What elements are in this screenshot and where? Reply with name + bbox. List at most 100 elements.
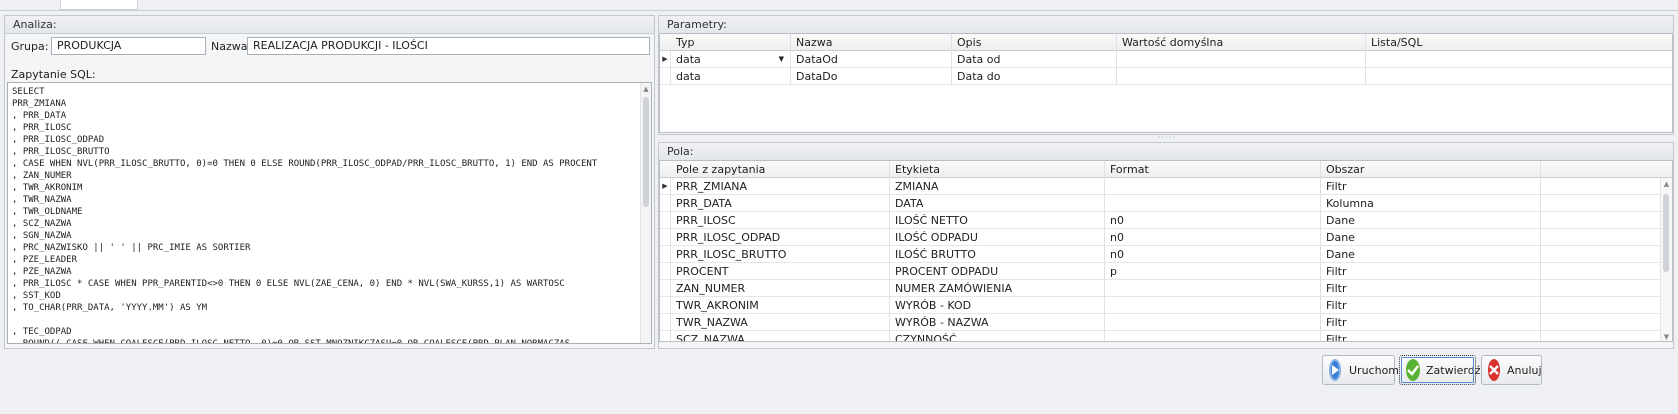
col-pole[interactable]: Pole z zapytania xyxy=(671,161,890,178)
cell-obszar[interactable]: Filtr xyxy=(1321,280,1541,297)
cell-pole[interactable]: TWR_AKRONIM xyxy=(671,297,890,314)
table-row[interactable]: PRR_ILOSC_BRUTTO ILOŚĆ BRUTTO n0 Dane xyxy=(660,246,1662,263)
cell-pole[interactable]: PRR_ILOSC_BRUTTO xyxy=(671,246,890,263)
cell-lista[interactable] xyxy=(1366,68,1672,85)
sql-scrollbar[interactable]: ▲ xyxy=(640,83,651,343)
parametry-grid: Typ Nazwa Opis Wartość domyślna Lista/SQ… xyxy=(659,33,1673,133)
sql-line: , TEC_ODPAD xyxy=(12,327,72,337)
cell-format[interactable]: n0 xyxy=(1105,246,1321,263)
cell-etykieta[interactable]: PROCENT ODPADU xyxy=(890,263,1105,280)
cell-etykieta[interactable]: ILOŚĆ NETTO xyxy=(890,212,1105,229)
parametry-grid-header: Typ Nazwa Opis Wartość domyślna Lista/SQ… xyxy=(660,34,1672,51)
col-format[interactable]: Format xyxy=(1105,161,1321,178)
cell-pole[interactable]: PRR_ZMIANA xyxy=(671,178,890,195)
table-row[interactable]: ▶ PRR_ZMIANA ZMIANA Filtr xyxy=(660,178,1662,195)
cell-pole[interactable]: ZAN_NUMER xyxy=(671,280,890,297)
play-icon xyxy=(1329,359,1341,381)
table-row[interactable]: PRR_ILOSC ILOŚĆ NETTO n0 Dane xyxy=(660,212,1662,229)
pola-scroll-thumb[interactable] xyxy=(1663,194,1669,272)
sql-scroll-thumb[interactable] xyxy=(643,97,649,207)
cell-etykieta[interactable]: WYRÓB - KOD xyxy=(890,297,1105,314)
cell-obszar[interactable]: Dane xyxy=(1321,246,1541,263)
table-row[interactable]: PRR_DATA DATA Kolumna xyxy=(660,195,1662,212)
table-row[interactable]: data DataDo Data do xyxy=(660,68,1672,85)
sql-line: , ROUND(( CASE WHEN COALESCE(PRD_ILOSC_N… xyxy=(12,339,576,344)
grupa-input[interactable]: PRODUKCJA xyxy=(51,37,206,55)
cell-obszar[interactable]: Filtr xyxy=(1321,331,1541,341)
sql-line: , CASE WHEN NVL(PRR_ILOSC_BRUTTO, 0)=0 T… xyxy=(12,159,598,169)
cell-format[interactable] xyxy=(1105,314,1321,331)
cell-obszar[interactable]: Filtr xyxy=(1321,314,1541,331)
row-indicator-icon: ▶ xyxy=(660,51,671,68)
cell-obszar[interactable]: Filtr xyxy=(1321,178,1541,195)
scroll-up-icon[interactable]: ▲ xyxy=(641,83,651,95)
cell-format[interactable]: n0 xyxy=(1105,212,1321,229)
cell-etykieta[interactable]: NUMER ZAMÓWIENIA xyxy=(890,280,1105,297)
cell-etykieta[interactable]: DATA xyxy=(890,195,1105,212)
cell-nazwa[interactable]: DataOd xyxy=(791,51,952,68)
cell-wartosc[interactable] xyxy=(1117,51,1366,68)
scroll-up-icon[interactable]: ▲ xyxy=(1661,178,1672,190)
anuluj-label: Anuluj xyxy=(1507,363,1542,377)
cell-pole[interactable]: PRR_DATA xyxy=(671,195,890,212)
sql-line: SELECT xyxy=(12,87,45,97)
col-lista[interactable]: Lista/SQL xyxy=(1366,34,1672,51)
cell-format[interactable] xyxy=(1105,331,1321,341)
cell-pole[interactable]: PROCENT xyxy=(671,263,890,280)
col-nazwa[interactable]: Nazwa xyxy=(791,34,952,51)
cell-etykieta[interactable]: ZMIANA xyxy=(890,178,1105,195)
horizontal-splitter[interactable]: ····· xyxy=(1158,133,1176,142)
sql-line: , TWR_NAZWA xyxy=(12,195,72,205)
cell-lista[interactable] xyxy=(1366,51,1672,68)
cell-typ[interactable]: data ▼ xyxy=(671,51,791,68)
top-tab[interactable] xyxy=(60,0,138,10)
anuluj-button[interactable]: Anuluj xyxy=(1481,355,1542,385)
nazwa-input[interactable]: REALIZACJA PRODUKCJI - ILOŚCI xyxy=(247,37,650,55)
table-row[interactable]: TWR_AKRONIM WYRÓB - KOD Filtr xyxy=(660,297,1662,314)
cell-obszar[interactable]: Filtr xyxy=(1321,297,1541,314)
cell-pole[interactable]: SCZ_NAZWA xyxy=(671,331,890,341)
cell-pole[interactable]: PRR_ILOSC_ODPAD xyxy=(671,229,890,246)
cell-etykieta[interactable]: ILOŚĆ BRUTTO xyxy=(890,246,1105,263)
col-etykieta[interactable]: Etykieta xyxy=(890,161,1105,178)
cell-opis[interactable]: Data do xyxy=(952,68,1117,85)
zatwierdz-button[interactable]: Zatwierdź xyxy=(1399,355,1481,385)
cell-nazwa[interactable]: DataDo xyxy=(791,68,952,85)
scroll-down-icon[interactable]: ▼ xyxy=(1661,331,1672,341)
cell-typ[interactable]: data xyxy=(671,68,791,85)
cell-format[interactable] xyxy=(1105,195,1321,212)
cell-format[interactable] xyxy=(1105,280,1321,297)
col-opis[interactable]: Opis xyxy=(952,34,1117,51)
cell-obszar[interactable]: Filtr xyxy=(1321,263,1541,280)
cell-pole[interactable]: PRR_ILOSC xyxy=(671,212,890,229)
pola-scrollbar[interactable]: ▲ ▼ xyxy=(1660,178,1672,341)
uruchom-button[interactable]: Uruchom xyxy=(1322,355,1399,385)
cell-opis[interactable]: Data od xyxy=(952,51,1117,68)
col-wartosc[interactable]: Wartość domyślna xyxy=(1117,34,1366,51)
cell-etykieta[interactable]: CZYNNOŚĆ xyxy=(890,331,1105,341)
row-indicator-icon: ▶ xyxy=(660,178,671,195)
table-row[interactable]: PRR_ILOSC_ODPAD ILOŚĆ ODPADU n0 Dane xyxy=(660,229,1662,246)
cell-obszar[interactable]: Dane xyxy=(1321,229,1541,246)
table-row[interactable]: ZAN_NUMER NUMER ZAMÓWIENIA Filtr xyxy=(660,280,1662,297)
sql-line: , TO_CHAR(PRR_DATA, 'YYYY.MM') AS YM xyxy=(12,303,208,313)
cell-pole[interactable]: TWR_NAZWA xyxy=(671,314,890,331)
table-row[interactable]: ▶ data ▼ DataOd Data od xyxy=(660,51,1672,68)
cell-etykieta[interactable]: ILOŚĆ ODPADU xyxy=(890,229,1105,246)
table-row[interactable]: SCZ_NAZWA CZYNNOŚĆ Filtr xyxy=(660,331,1662,341)
col-obszar[interactable]: Obszar xyxy=(1321,161,1541,178)
cell-format[interactable] xyxy=(1105,178,1321,195)
table-row[interactable]: TWR_NAZWA WYRÓB - NAZWA Filtr xyxy=(660,314,1662,331)
table-row[interactable]: PROCENT PROCENT ODPADU p Filtr xyxy=(660,263,1662,280)
cell-format[interactable]: n0 xyxy=(1105,229,1321,246)
dropdown-arrow-icon[interactable]: ▼ xyxy=(779,51,784,68)
cell-obszar[interactable]: Kolumna xyxy=(1321,195,1541,212)
cell-wartosc[interactable] xyxy=(1117,68,1366,85)
cell-format[interactable]: p xyxy=(1105,263,1321,280)
cell-format[interactable] xyxy=(1105,297,1321,314)
sql-editor[interactable]: SELECT PRR_ZMIANA , PRR_DATA , PRR_ILOSC , P… xyxy=(7,82,652,344)
col-typ[interactable]: Typ xyxy=(671,34,791,51)
cell-obszar[interactable]: Dane xyxy=(1321,212,1541,229)
cell-etykieta[interactable]: WYRÓB - NAZWA xyxy=(890,314,1105,331)
grupa-label: Grupa: xyxy=(11,40,49,53)
